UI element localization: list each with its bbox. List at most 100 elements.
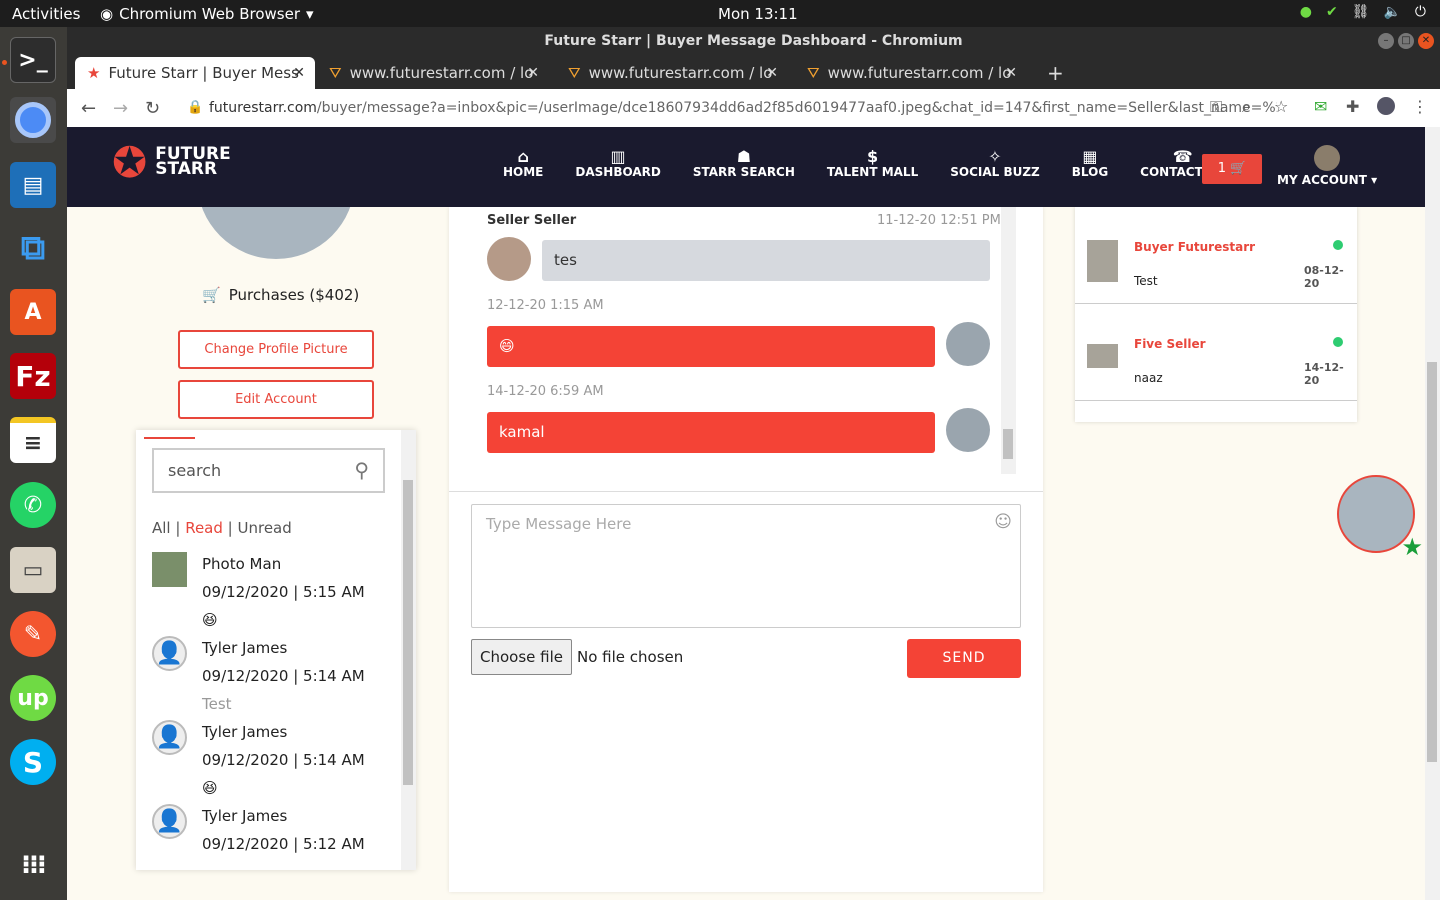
skype-icon[interactable]: S <box>10 739 56 785</box>
nav-social-buzz[interactable]: ✧ SOCIAL BUZZ <box>934 147 1056 179</box>
filter-read[interactable]: Read <box>185 519 223 537</box>
app-menu[interactable]: ◉ Chromium Web Browser ▾ <box>100 5 314 23</box>
scrollbar-thumb[interactable] <box>1427 362 1437 762</box>
tab[interactable]: ⛛ www.futurestarr.com / lo ✕ <box>317 57 549 89</box>
more-menu-icon[interactable]: ⋮ <box>1412 97 1428 116</box>
change-profile-picture-button[interactable]: Change Profile Picture <box>178 330 374 369</box>
close-tab-icon[interactable]: ✕ <box>293 65 305 81</box>
nav-talent-mall[interactable]: $ TALENT MALL <box>811 147 934 179</box>
close-tab-icon[interactable]: ✕ <box>1005 65 1017 81</box>
user-avatar <box>946 408 990 452</box>
cart-button[interactable]: 1 🛒 <box>1202 154 1262 184</box>
address-bar[interactable]: 🔒 futurestarr.com/buyer/message?a=inbox&p… <box>177 92 1277 124</box>
app-name: Chromium Web Browser <box>119 5 301 23</box>
files-icon[interactable]: ▭ <box>10 547 56 593</box>
reload-icon[interactable]: ↻ <box>145 98 160 119</box>
whatsapp-icon[interactable]: ✆ <box>10 482 56 528</box>
system-tray[interactable]: ● ✔ ⛓ 🔈 ⏻ <box>1300 4 1426 20</box>
network-icon[interactable]: ⛓ <box>1352 4 1370 20</box>
avatar <box>152 552 187 587</box>
terminal-icon[interactable]: >_ <box>10 37 56 83</box>
upwork-icon[interactable]: up <box>10 675 56 721</box>
key-icon[interactable]: ⚿ <box>1210 97 1222 117</box>
search-icon[interactable]: ⚲ <box>354 458 369 482</box>
conversation-date: 09/12/2020 | 5:14 AM <box>202 667 365 685</box>
software-center-icon[interactable]: A <box>10 289 56 335</box>
file-input[interactable]: Choose file No file chosen <box>471 639 683 675</box>
chromium-icon[interactable] <box>10 97 56 143</box>
nav-home[interactable]: ⌂ HOME <box>487 147 559 179</box>
page-scrollbar[interactable] <box>1425 127 1440 900</box>
search-input[interactable]: search ⚲ <box>152 448 385 493</box>
activities-button[interactable]: Activities <box>12 5 80 23</box>
tab-label: www.futurestarr.com / lo <box>349 64 534 82</box>
upwork-tray-icon[interactable]: ● <box>1300 4 1312 20</box>
profile-avatar[interactable] <box>1377 97 1395 115</box>
tab[interactable]: ⛛ www.futurestarr.com / lo ✕ <box>556 57 788 89</box>
conversation-item[interactable]: 👤 Tyler James 09/12/2020 | 5:12 AM <box>152 804 382 870</box>
contact-avatar <box>1087 344 1118 368</box>
send-button[interactable]: SEND <box>907 639 1021 678</box>
tab-active[interactable]: ★ Future Starr | Buyer Mess ✕ <box>75 57 315 89</box>
contact-date: 08-12-20 <box>1304 264 1344 290</box>
minimize-icon[interactable]: – <box>1378 33 1394 49</box>
tab-label: www.futurestarr.com / lo <box>588 64 773 82</box>
contact-item[interactable]: Buyer Futurestarr 08-12-20 Test <box>1075 207 1357 304</box>
power-icon[interactable]: ⏻ <box>1415 4 1426 20</box>
filter-all[interactable]: All <box>152 519 171 537</box>
default-avatar-icon: 👤 <box>152 720 187 755</box>
conversation-date: 09/12/2020 | 5:14 AM <box>202 751 365 769</box>
tab[interactable]: ⛛ www.futurestarr.com / lo ✕ <box>795 57 1027 89</box>
maximize-icon[interactable]: □ <box>1398 33 1414 49</box>
bookmark-star-icon[interactable]: ☆ <box>1274 97 1288 116</box>
close-icon[interactable]: ✕ <box>1418 33 1434 49</box>
postman-icon[interactable]: ✎ <box>10 611 56 657</box>
filter-unread[interactable]: Unread <box>238 519 292 537</box>
floating-profile-avatar[interactable]: ★ <box>1337 475 1423 561</box>
notes-icon[interactable]: ≡ <box>10 417 56 463</box>
outgoing-message: 😄 <box>487 326 935 367</box>
vscode-icon[interactable]: ⧉ <box>10 225 56 271</box>
toolbar: ← → ↻ 🔒 futurestarr.com/buyer/message?a=i… <box>67 89 1440 127</box>
nav-label: TALENT MALL <box>826 165 919 179</box>
pma-favicon-icon: ⛛ <box>568 64 581 82</box>
user-star-icon: ☗ <box>736 147 752 166</box>
nav-dashboard[interactable]: ▥ DASHBOARD <box>559 147 676 179</box>
choose-file-button[interactable]: Choose file <box>471 639 572 675</box>
close-tab-icon[interactable]: ✕ <box>766 65 778 81</box>
emoji-icon[interactable]: ☺ <box>994 512 1012 532</box>
forward-icon[interactable]: → <box>113 98 128 119</box>
conversation-item[interactable]: 👤 Tyler James 09/12/2020 | 5:14 AM 😆 <box>152 720 382 804</box>
site-logo[interactable]: ✪ FUTURE STARR <box>112 141 231 183</box>
conversation-item[interactable]: 👤 Tyler James 09/12/2020 | 5:14 AM Test <box>152 636 382 720</box>
scrollbar-thumb[interactable] <box>403 480 413 785</box>
chat-panel: Seller Seller 11-12-20 12:51 PM tes 12-1… <box>449 207 1043 892</box>
volume-icon[interactable]: 🔈 <box>1383 4 1400 20</box>
check-tray-icon[interactable]: ✔ <box>1326 4 1338 20</box>
conversation-name: Tyler James <box>202 723 288 741</box>
show-apps-icon[interactable]: ⁝⁝⁝ <box>10 842 56 888</box>
nav-starr-search[interactable]: ☗ STARR SEARCH <box>677 147 811 179</box>
writer-icon[interactable]: ▤ <box>10 162 56 208</box>
clock[interactable]: Mon 13:11 <box>718 5 798 23</box>
nav-blog[interactable]: ▦ BLOG <box>1056 147 1124 179</box>
conversation-date: 09/12/2020 | 5:15 AM <box>202 583 365 601</box>
inbox-scrollbar[interactable] <box>401 430 416 870</box>
my-account-menu[interactable]: MY ACCOUNT ▾ <box>1277 145 1377 187</box>
purchases-link[interactable]: 🛒 Purchases ($402) <box>202 286 359 304</box>
contact-item[interactable]: Five Seller 14-12-20 naaz <box>1075 304 1357 401</box>
close-tab-icon[interactable]: ✕ <box>527 65 539 81</box>
cart-count: 1 <box>1217 161 1226 176</box>
new-tab-icon[interactable]: + <box>1035 57 1064 89</box>
back-icon[interactable]: ← <box>81 98 96 119</box>
extension-icon[interactable]: ✉ <box>1314 97 1327 116</box>
message-textarea[interactable]: Type Message Here ☺ <box>471 504 1021 628</box>
filezilla-icon[interactable]: Fz <box>10 353 56 399</box>
scrollbar-thumb[interactable] <box>1003 429 1013 459</box>
extensions-puzzle-icon[interactable]: ✚ <box>1346 97 1359 116</box>
edit-account-button[interactable]: Edit Account <box>178 380 374 419</box>
zoom-icon[interactable]: ⌕ <box>1242 97 1251 117</box>
accent-line <box>144 437 195 439</box>
chat-scrollbar[interactable] <box>1001 207 1016 474</box>
conversation-item[interactable]: Photo Man 09/12/2020 | 5:15 AM 😆 <box>152 552 382 636</box>
